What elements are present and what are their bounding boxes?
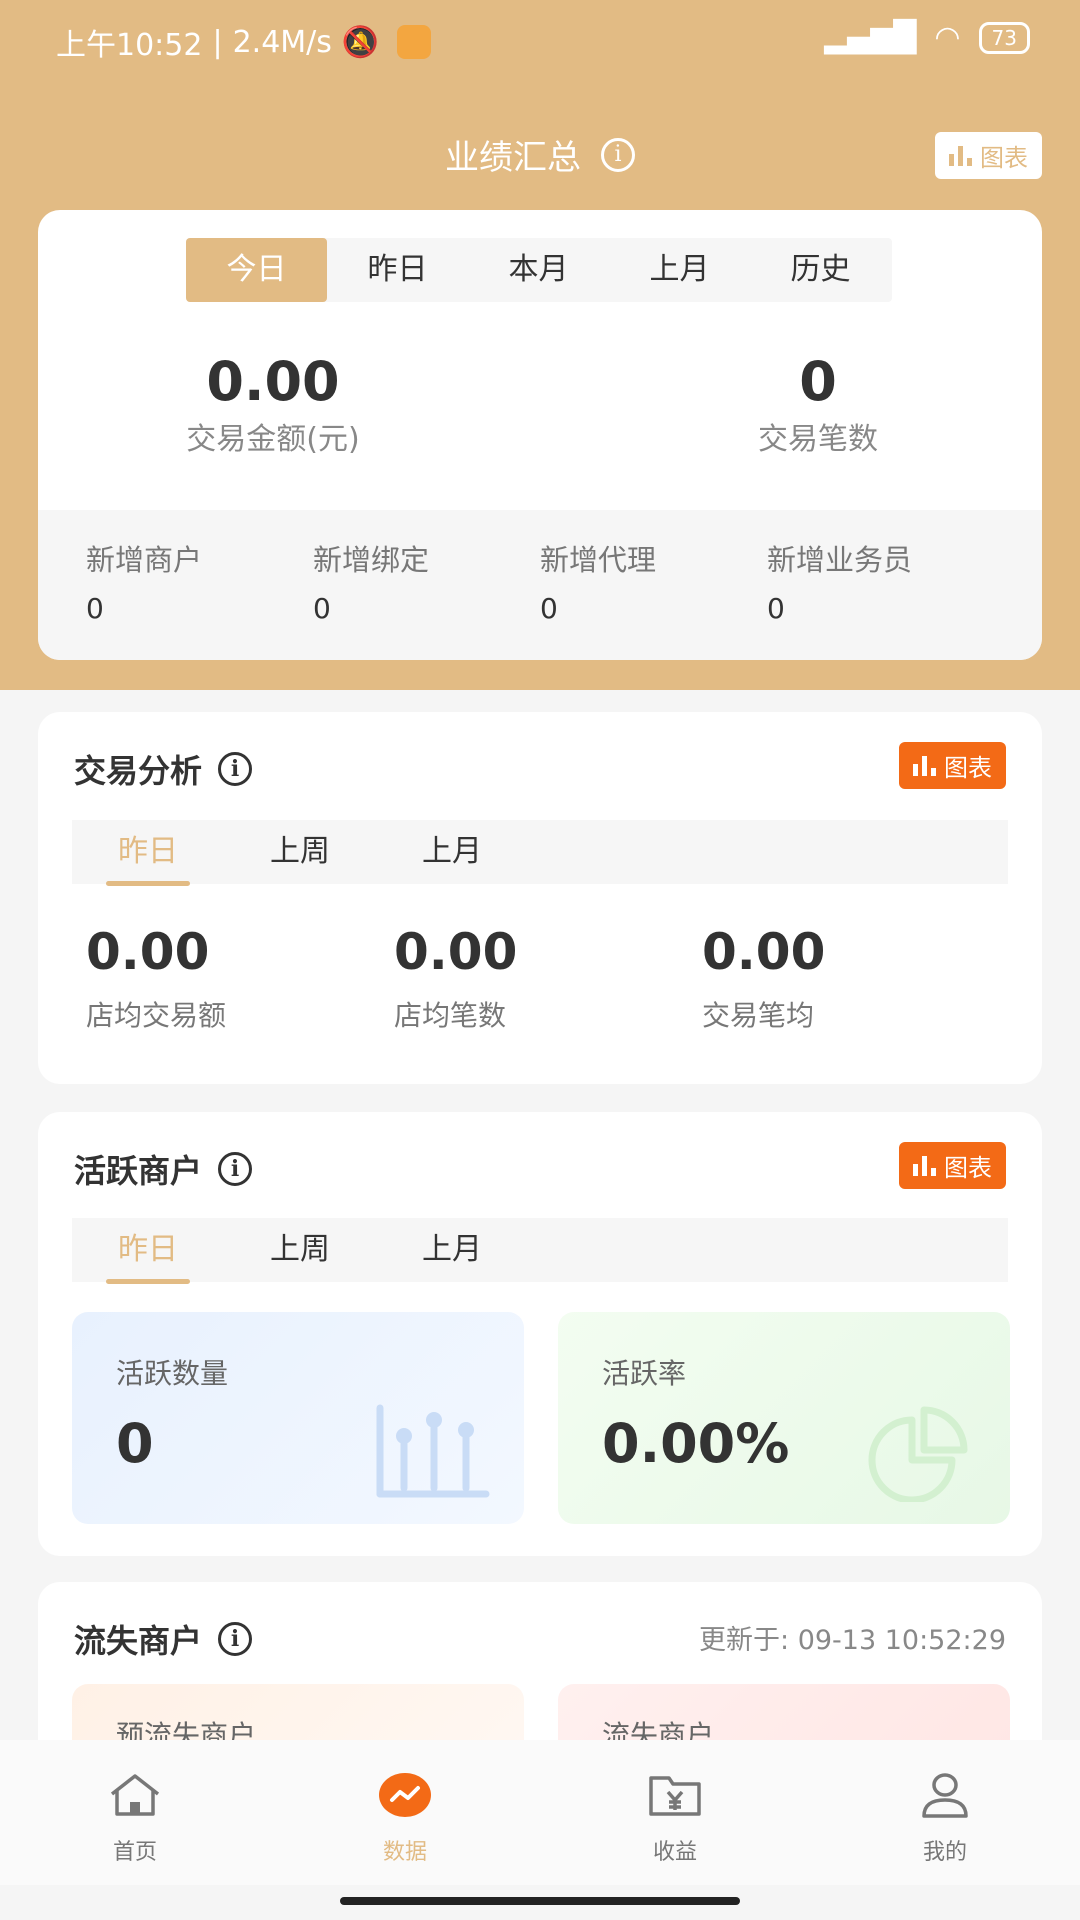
stat-new-agents: 新增代理 0 <box>540 543 657 625</box>
app-notification-icon <box>397 25 432 59</box>
trade-chart-button[interactable]: 图表 <box>899 742 1006 789</box>
info-icon[interactable]: i <box>218 1152 253 1186</box>
tab-last-week[interactable]: 上周 <box>224 820 376 884</box>
battery-icon: 73 <box>978 21 1030 54</box>
active-merchants-title: 活跃商户 i <box>74 1146 253 1192</box>
avg-store-amount: 0.00 店均交易额 <box>86 923 227 1032</box>
active-rate-box: 活跃率 0.00% <box>558 1312 1010 1524</box>
period-tabs: 今日 昨日 本月 上月 历史 <box>186 238 892 302</box>
home-icon <box>0 1770 270 1820</box>
avg-store-count: 0.00 店均笔数 <box>394 923 518 1032</box>
bar-chart-icon <box>376 1404 490 1498</box>
update-time: 更新于: 09-13 10:52:29 <box>699 1625 1006 1656</box>
tab-today[interactable]: 今日 <box>186 238 327 302</box>
signal-icon: ▂▄▆█ <box>824 20 917 55</box>
data-icon <box>270 1770 540 1820</box>
amount-metric: 0.00 交易金额(元) <box>148 350 398 462</box>
nav-data[interactable]: 数据 <box>270 1740 540 1885</box>
tab-yesterday[interactable]: 昨日 <box>72 1218 224 1284</box>
trade-analysis-card: 交易分析 i 图表 昨日 上周 上月 0.00 店均交易额 0.00 店均笔数 … <box>38 712 1042 1084</box>
avg-per-trade: 0.00 交易笔均 <box>702 923 826 1032</box>
active-chart-button[interactable]: 图表 <box>899 1142 1006 1189</box>
mute-icon: 🔕 <box>341 24 380 60</box>
tab-this-month[interactable]: 本月 <box>468 238 609 302</box>
stat-new-salespeople: 新增业务员 0 <box>767 543 913 625</box>
stat-new-bindings: 新增绑定 0 <box>313 543 430 625</box>
active-period-tabs: 昨日 上周 上月 <box>72 1218 1008 1284</box>
page-title-text: 业绩汇总 <box>445 138 581 178</box>
summary-chart-button[interactable]: 图表 <box>935 132 1042 179</box>
tab-last-week[interactable]: 上周 <box>224 1218 376 1282</box>
nav-home[interactable]: 首页 <box>0 1740 270 1885</box>
trade-metrics: 0.00 店均交易额 0.00 店均笔数 0.00 交易笔均 <box>86 922 1010 1034</box>
status-speed: 2.4M/s <box>232 24 332 60</box>
count-value: 0 <box>799 350 837 413</box>
income-icon <box>540 1770 810 1820</box>
info-icon[interactable]: i <box>218 1622 253 1656</box>
trade-period-tabs: 昨日 上周 上月 <box>72 820 1008 886</box>
count-metric: 0 交易笔数 <box>728 350 908 462</box>
lost-merchants-title: 流失商户 i <box>74 1616 253 1662</box>
info-icon[interactable]: i <box>601 137 635 172</box>
bar-chart-icon <box>949 145 972 166</box>
amount-value: 0.00 <box>206 350 340 413</box>
active-merchants-card: 活跃商户 i 图表 昨日 上周 上月 活跃数量 0 活跃率 0.00% <box>38 1112 1042 1556</box>
summary-card: 今日 昨日 本月 上月 历史 0.00 交易金额(元) 0 交易笔数 新增商户 … <box>38 210 1042 660</box>
page-title: 业绩汇总 i <box>0 130 1080 179</box>
bottom-nav: 首页 数据 收益 我的 <box>0 1740 1080 1885</box>
bar-chart-icon <box>913 755 936 776</box>
wifi-icon: ◠ <box>934 20 961 55</box>
info-icon[interactable]: i <box>218 752 253 786</box>
summary-chart-label: 图表 <box>980 144 1028 172</box>
home-indicator[interactable] <box>340 1897 740 1905</box>
tab-last-month[interactable]: 上月 <box>609 238 750 302</box>
nav-profile[interactable]: 我的 <box>810 1740 1080 1885</box>
profile-icon <box>810 1770 1080 1820</box>
nav-income[interactable]: 收益 <box>540 1740 810 1885</box>
tab-history[interactable]: 历史 <box>750 238 891 302</box>
active-count-box: 活跃数量 0 <box>72 1312 524 1524</box>
status-bar: 上午10:52 | 2.4M/s 🔕 ▂▄▆█ ◠ 73 <box>0 0 1080 80</box>
count-label: 交易笔数 <box>758 422 878 457</box>
tab-yesterday[interactable]: 昨日 <box>72 820 224 886</box>
stat-new-merchants: 新增商户 0 <box>86 543 203 625</box>
tab-yesterday[interactable]: 昨日 <box>327 238 468 302</box>
tab-last-month[interactable]: 上月 <box>376 820 528 884</box>
trade-analysis-title: 交易分析 i <box>74 746 253 792</box>
amount-label: 交易金额(元) <box>186 422 360 457</box>
status-time: 上午10:52 <box>56 28 203 63</box>
new-stats-strip: 新增商户 0 新增绑定 0 新增代理 0 新增业务员 0 <box>38 510 1042 660</box>
tab-last-month[interactable]: 上月 <box>376 1218 528 1282</box>
bar-chart-icon <box>913 1155 936 1176</box>
pie-chart-icon <box>868 1406 968 1502</box>
